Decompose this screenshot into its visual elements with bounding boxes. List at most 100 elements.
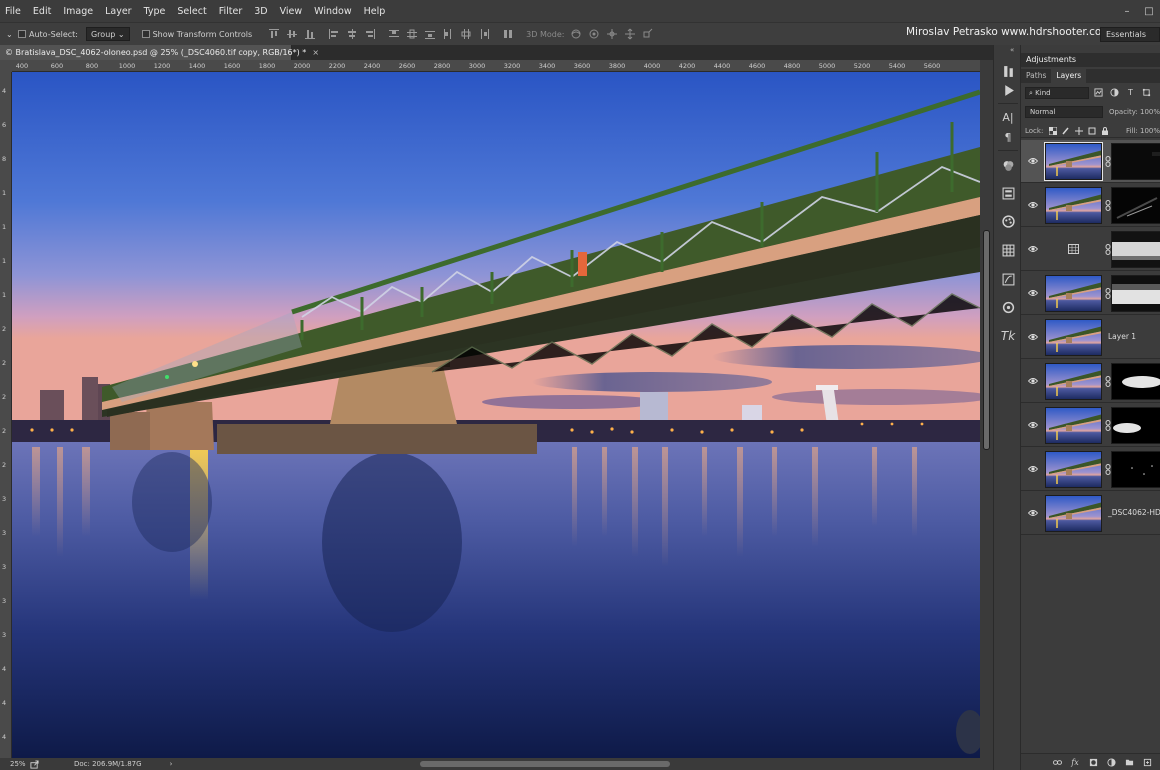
new-adjustment-layer-icon[interactable]	[1102, 755, 1120, 769]
3d-scale-icon[interactable]	[640, 27, 656, 41]
lock-all-icon[interactable]	[1099, 125, 1112, 136]
layer-row[interactable]	[1021, 448, 1160, 491]
lock-transparent-icon[interactable]	[1046, 125, 1059, 136]
show-transform-checkbox[interactable]	[141, 30, 150, 38]
layer-thumbnail[interactable]	[1044, 142, 1103, 181]
swatches-grid-icon[interactable]	[1000, 242, 1016, 258]
layer-row[interactable]	[1021, 184, 1160, 227]
kind-filter-dropdown[interactable]: ⌕ Kind	[1025, 86, 1089, 99]
visibility-eye-icon[interactable]	[1027, 200, 1039, 210]
opacity-control[interactable]: Opacity: 100%	[1109, 108, 1160, 116]
new-group-folder-icon[interactable]	[1120, 755, 1138, 769]
menu-select[interactable]: Select	[171, 6, 212, 17]
visibility-eye-icon[interactable]	[1027, 156, 1039, 166]
3d-pan-icon[interactable]	[604, 27, 620, 41]
menu-view[interactable]: View	[274, 6, 309, 17]
distribute-hcenter-icon[interactable]	[458, 27, 474, 41]
layer-name[interactable]: _DSC4062-HDR.tif	[1108, 508, 1160, 517]
layer-thumbnail[interactable]	[1045, 275, 1102, 312]
align-hcenter-icon[interactable]	[344, 27, 360, 41]
layer-mask-thumbnail[interactable]	[1111, 275, 1160, 312]
mask-link-icon[interactable]	[1104, 155, 1111, 167]
minimize-button[interactable]: –	[1116, 6, 1138, 17]
brush-presets-icon[interactable]	[1000, 271, 1016, 287]
mask-link-icon[interactable]	[1104, 419, 1111, 431]
fill-control[interactable]: Fill: 100%	[1126, 127, 1160, 135]
distribute-top-icon[interactable]	[386, 27, 402, 41]
visibility-eye-icon[interactable]	[1027, 420, 1039, 430]
tab-paths[interactable]: Paths	[1021, 69, 1051, 83]
layer-row[interactable]	[1021, 228, 1160, 271]
layer-row[interactable]: _DSC4062-HDR.tif	[1021, 492, 1160, 535]
menu-window[interactable]: Window	[308, 6, 357, 17]
align-top-icon[interactable]	[266, 27, 282, 41]
layer-thumbnail[interactable]	[1045, 495, 1102, 532]
layer-name[interactable]: Layer 1	[1108, 332, 1136, 341]
new-layer-icon[interactable]	[1138, 755, 1156, 769]
visibility-eye-icon[interactable]	[1027, 464, 1039, 474]
restore-button[interactable]: □	[1138, 6, 1160, 17]
document-tab[interactable]: © Bratislava_DSC_4062-oloneo.psd @ 25% (…	[0, 45, 319, 60]
vertical-scroll-thumb[interactable]	[983, 230, 990, 450]
menu-type[interactable]: Type	[138, 6, 172, 17]
menu-filter[interactable]: Filter	[213, 6, 249, 17]
filter-pixel-icon[interactable]	[1092, 87, 1105, 99]
layer-row[interactable]	[1021, 404, 1160, 447]
close-tab-icon[interactable]: ×	[312, 48, 319, 57]
layer-mask-thumbnail[interactable]	[1111, 187, 1160, 224]
distribute-left-icon[interactable]	[440, 27, 456, 41]
visibility-eye-icon[interactable]	[1027, 332, 1039, 342]
document-canvas[interactable]	[12, 72, 980, 758]
visibility-eye-icon[interactable]	[1027, 508, 1039, 518]
layer-row[interactable]	[1021, 140, 1160, 183]
3d-roll-icon[interactable]	[586, 27, 602, 41]
layer-thumbnail[interactable]	[1045, 187, 1102, 224]
actions-play-icon[interactable]	[1000, 82, 1016, 98]
layer-mask-thumbnail[interactable]	[1111, 451, 1160, 488]
mask-link-icon[interactable]	[1104, 375, 1111, 387]
zoom-level[interactable]: 25%	[0, 760, 30, 768]
vertical-scrollbar[interactable]	[980, 60, 993, 758]
3d-slide-icon[interactable]	[622, 27, 638, 41]
visibility-eye-icon[interactable]	[1027, 244, 1039, 254]
link-layers-icon[interactable]	[1048, 755, 1066, 769]
menu-file[interactable]: File	[0, 6, 27, 17]
align-left-icon[interactable]	[326, 27, 342, 41]
clone-source-icon[interactable]	[1000, 299, 1016, 315]
layer-thumbnail[interactable]	[1045, 451, 1102, 488]
character-icon[interactable]: A|	[1000, 109, 1016, 125]
distribute-right-icon[interactable]	[476, 27, 492, 41]
ruler-origin[interactable]	[0, 60, 12, 72]
filter-type-icon[interactable]: T	[1124, 87, 1137, 99]
lock-artboard-icon[interactable]	[1086, 125, 1099, 136]
blend-mode-dropdown[interactable]: Normal	[1025, 106, 1103, 118]
layer-mask-thumbnail[interactable]	[1111, 363, 1160, 400]
history-icon[interactable]	[1000, 63, 1016, 79]
tab-layers[interactable]: Layers	[1051, 69, 1087, 83]
adjustments-panel-header[interactable]: Adjustments	[1021, 53, 1160, 67]
filter-shape-icon[interactable]	[1140, 87, 1153, 99]
distribute-bottom-icon[interactable]	[422, 27, 438, 41]
visibility-eye-icon[interactable]	[1027, 376, 1039, 386]
lock-image-brush-icon[interactable]	[1059, 125, 1072, 136]
horizontal-ruler[interactable]: 400 600 800 1000 1200 1400 1600 1800 2000 2200 240…	[12, 60, 982, 72]
styles-icon[interactable]	[1000, 213, 1016, 229]
auto-select-checkbox[interactable]	[18, 30, 26, 38]
mask-link-icon[interactable]	[1104, 463, 1111, 475]
paragraph-icon[interactable]: ¶	[1000, 129, 1016, 145]
layer-thumbnail[interactable]	[1045, 319, 1102, 356]
export-icon[interactable]	[30, 759, 42, 769]
layer-mask-thumbnail[interactable]	[1111, 407, 1160, 444]
mask-link-icon[interactable]	[1104, 199, 1111, 211]
menu-layer[interactable]: Layer	[99, 6, 138, 17]
auto-align-icon[interactable]	[500, 27, 516, 41]
layer-row[interactable]: Layer 1	[1021, 316, 1160, 359]
vertical-ruler[interactable]: 4 6 8 1 1 1 1 2 2 2 2 2 3 3 3 3 3 4 4 4	[0, 72, 12, 758]
workspace-switcher[interactable]: Essentials	[1100, 27, 1160, 42]
layer-mask-thumbnail[interactable]	[1111, 231, 1160, 268]
auto-select-dropdown[interactable]: Group ⌄	[85, 27, 130, 41]
layer-thumbnail[interactable]	[1045, 407, 1102, 444]
align-vcenter-icon[interactable]	[284, 27, 300, 41]
align-bottom-icon[interactable]	[302, 27, 318, 41]
visibility-eye-icon[interactable]	[1027, 288, 1039, 298]
